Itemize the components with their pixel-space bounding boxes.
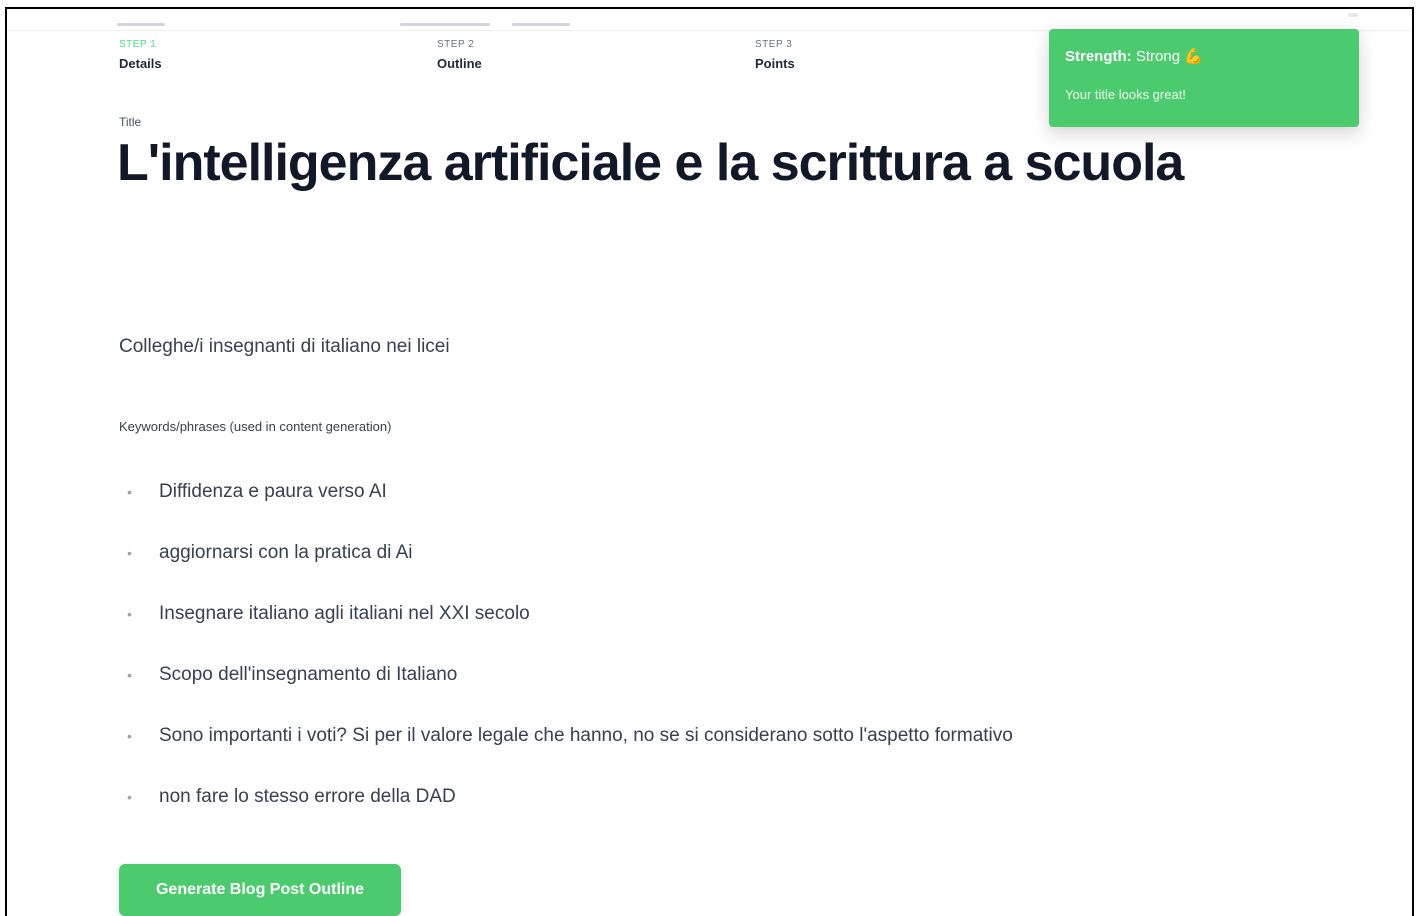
keyword-item[interactable]: • Sono importanti i voti? Si per il valo…: [119, 725, 1269, 786]
keyword-text[interactable]: non fare lo stesso errore della DAD: [159, 786, 456, 808]
app-frame: STEP 1 Details STEP 2 Outline STEP 3 Poi…: [5, 7, 1414, 916]
step-number: STEP 2: [437, 39, 475, 50]
step-outline[interactable]: STEP 2 Outline: [437, 39, 482, 71]
generate-outline-button[interactable]: Generate Blog Post Outline: [119, 864, 401, 916]
keyword-item[interactable]: • Diffidenza e paura verso AI: [119, 481, 1269, 542]
bullet-icon: •: [127, 484, 132, 500]
keyword-text[interactable]: Sono importanti i voti? Si per il valore…: [159, 725, 1013, 747]
keyword-text[interactable]: Diffidenza e paura verso AI: [159, 481, 387, 503]
keywords-label: Keywords/phrases (used in content genera…: [119, 419, 392, 434]
step-label: Details: [119, 56, 162, 71]
strength-label: Strength:: [1065, 48, 1132, 65]
keyword-text[interactable]: aggiornarsi con la pratica di Ai: [159, 542, 412, 564]
strength-value: Strong: [1135, 48, 1181, 65]
keywords-list: • Diffidenza e paura verso AI • aggiorna…: [119, 481, 1269, 847]
keyword-text[interactable]: Insegnare italiano agli italiani nel XXI…: [159, 603, 530, 625]
nav-tab-indicator[interactable]: [512, 23, 570, 26]
muscle-icon: 💪: [1184, 48, 1203, 65]
step-progress: STEP 1 Details STEP 2 Outline STEP 3 Poi…: [119, 39, 1119, 79]
bullet-icon: •: [127, 545, 132, 561]
title-strength-toast: Strength: Strong 💪 Your title looks grea…: [1049, 29, 1359, 127]
strength-row: Strength: Strong 💪: [1065, 47, 1343, 65]
bullet-icon: •: [127, 606, 132, 622]
step-label: Outline: [437, 56, 482, 71]
nav-tab-indicator[interactable]: [400, 23, 490, 26]
bullet-icon: •: [127, 667, 132, 683]
audience-input[interactable]: Colleghe/i insegnanti di italiano nei li…: [119, 336, 450, 358]
step-number: STEP 1: [119, 39, 157, 50]
step-details[interactable]: STEP 1 Details: [119, 39, 162, 71]
bullet-icon: •: [127, 789, 132, 805]
strength-message: Your title looks great!: [1065, 87, 1186, 102]
nav-tab-indicator[interactable]: [117, 23, 165, 26]
keyword-item[interactable]: • Insegnare italiano agli italiani nel X…: [119, 603, 1269, 664]
keyword-item[interactable]: • Scopo dell'insegnamento di Italiano: [119, 664, 1269, 725]
user-menu-icon[interactable]: [1348, 13, 1358, 17]
bullet-icon: •: [127, 728, 132, 744]
step-label: Points: [755, 56, 795, 71]
step-points[interactable]: STEP 3 Points: [755, 39, 795, 71]
title-input[interactable]: L'intelligenza artificiale e la scrittur…: [117, 135, 1237, 191]
top-navigation-bar: [7, 9, 1412, 31]
keyword-item[interactable]: • non fare lo stesso errore della DAD: [119, 786, 1269, 847]
keyword-text[interactable]: Scopo dell'insegnamento di Italiano: [159, 664, 457, 686]
title-field-label: Title: [119, 115, 142, 129]
step-number: STEP 3: [755, 39, 793, 50]
keyword-item[interactable]: • aggiornarsi con la pratica di Ai: [119, 542, 1269, 603]
